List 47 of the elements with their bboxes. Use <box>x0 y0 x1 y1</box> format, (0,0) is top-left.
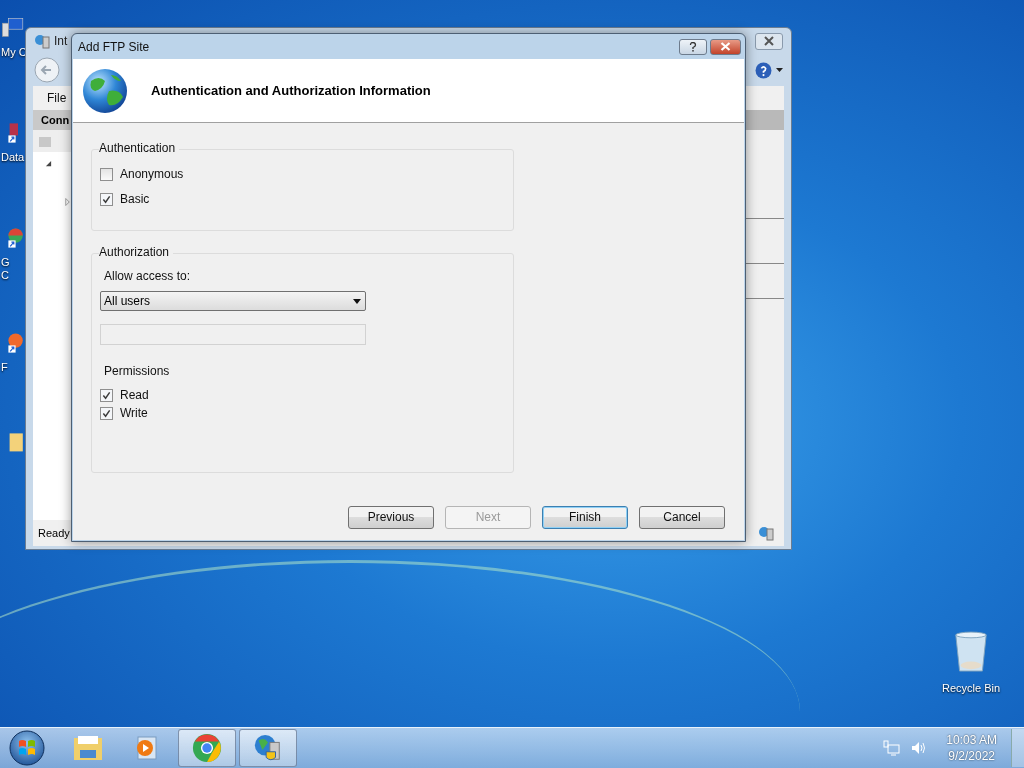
server-globe-icon <box>34 33 50 49</box>
help-icon[interactable] <box>755 61 772 79</box>
checkbox-label[interactable]: Basic <box>120 192 150 206</box>
panel-title: Conn <box>41 114 70 126</box>
group-title: Authentication <box>99 141 180 155</box>
dialog-button[interactable]: Cancel <box>639 505 725 529</box>
group-title: Authorization <box>99 245 174 259</box>
close-button[interactable] <box>755 32 783 50</box>
desktop-icon-label[interactable]: Recycle Bin <box>942 682 1001 694</box>
checkbox-label[interactable]: Read <box>120 388 149 402</box>
desktop-icon-label[interactable]: F <box>0 361 8 374</box>
close-button[interactable] <box>710 38 741 55</box>
close-icon <box>764 36 774 46</box>
checkbox[interactable] <box>100 388 113 402</box>
taskbar-button[interactable] <box>239 729 297 767</box>
input-field[interactable] <box>100 324 366 345</box>
checkbox-label[interactable]: Anonymous <box>120 167 184 181</box>
folder-icon <box>72 734 104 762</box>
browser-icon <box>192 733 222 763</box>
window-title: Int <box>54 34 68 48</box>
server-globe-icon <box>253 733 283 763</box>
checkbox-label[interactable]: Write <box>120 406 148 420</box>
window-title: Add FTP Site <box>78 39 150 54</box>
dialog-button[interactable]: Finish <box>542 505 628 529</box>
expander-icon[interactable] <box>45 160 52 167</box>
access-dropdown[interactable]: All users <box>100 291 366 311</box>
checkbox[interactable] <box>100 167 113 181</box>
globe-icon <box>81 66 129 115</box>
question-mark-icon <box>689 41 697 52</box>
caret-icon <box>353 298 361 304</box>
taskbar-button[interactable] <box>178 729 236 767</box>
desktop-icon-label[interactable]: C <box>0 269 9 282</box>
desktop-icon-label[interactable]: G <box>0 256 10 269</box>
caret-icon[interactable] <box>776 68 783 72</box>
checkbox[interactable] <box>100 406 113 420</box>
dialog-button[interactable]: Previous <box>348 505 434 529</box>
close-icon <box>720 42 731 51</box>
help-button[interactable] <box>679 38 707 55</box>
start-button[interactable] <box>9 730 45 766</box>
menu-item[interactable]: File <box>47 91 67 105</box>
server-globe-icon <box>758 525 774 541</box>
field-label: Allow access to: <box>104 269 191 283</box>
page-heading: Authentication and Authorization Information <box>151 83 431 98</box>
status-text: Ready <box>38 527 70 539</box>
section-label: Permissions <box>104 364 170 378</box>
desktop-icon-label[interactable]: Data <box>0 151 25 164</box>
checkbox[interactable] <box>100 192 113 206</box>
